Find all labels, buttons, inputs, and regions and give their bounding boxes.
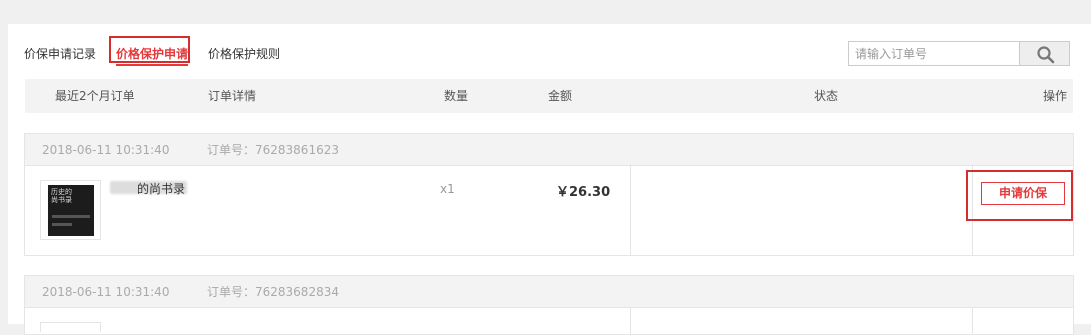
book-cover-image: 历史的 尚书录 <box>48 185 94 236</box>
table-header: 最近2个月订单 订单详情 数量 金额 状态 操作 <box>25 79 1073 113</box>
order-card-header: 2018-06-11 10:31:40 订单号：76283861623 <box>25 134 1073 166</box>
product-thumbnail[interactable]: 历史的 尚书录 <box>40 180 101 240</box>
order-search-input[interactable] <box>848 41 1020 66</box>
col-quantity: 数量 <box>444 89 469 103</box>
order-search <box>848 41 1070 66</box>
column-divider <box>630 166 631 255</box>
order-amount: ￥26.30 <box>556 185 611 200</box>
order-card: 2018-06-11 10:31:40 订单号：76283861623 历史的 … <box>24 133 1074 256</box>
order-card: 2018-06-11 10:31:40 订单号：76283682834 <box>24 275 1074 335</box>
active-tab-underline <box>116 64 189 66</box>
col-action: 操作 <box>1043 89 1068 103</box>
annotation-highlight-action <box>966 170 1073 221</box>
col-order-detail: 订单详情 <box>208 89 257 103</box>
cover-stripe <box>52 215 90 218</box>
column-divider <box>972 308 973 334</box>
col-recent-orders: 最近2个月订单 <box>55 89 135 103</box>
col-status: 状态 <box>814 89 839 103</box>
tab-price-protect-records[interactable]: 价保申请记录 <box>24 44 96 64</box>
order-card-header: 2018-06-11 10:31:40 订单号：76283682834 <box>25 276 1073 308</box>
top-strip <box>0 0 1091 4</box>
book-cover-title: 历史的 尚书录 <box>51 188 72 204</box>
order-number: 订单号：76283682834 <box>207 285 339 299</box>
column-divider <box>630 308 631 334</box>
cover-stripe <box>52 223 72 226</box>
tab-price-protect-rules[interactable]: 价格保护规则 <box>208 44 280 64</box>
search-button[interactable] <box>1019 41 1070 66</box>
order-datetime: 2018-06-11 10:31:40 <box>42 285 170 299</box>
order-number: 订单号：76283861623 <box>207 143 339 157</box>
search-icon <box>1037 46 1055 64</box>
product-name-link[interactable]: 的尚书录 <box>137 180 185 197</box>
col-amount: 金额 <box>548 89 573 103</box>
annotation-highlight-tab <box>109 36 190 63</box>
order-quantity: x1 <box>440 182 455 196</box>
order-datetime: 2018-06-11 10:31:40 <box>42 143 170 157</box>
